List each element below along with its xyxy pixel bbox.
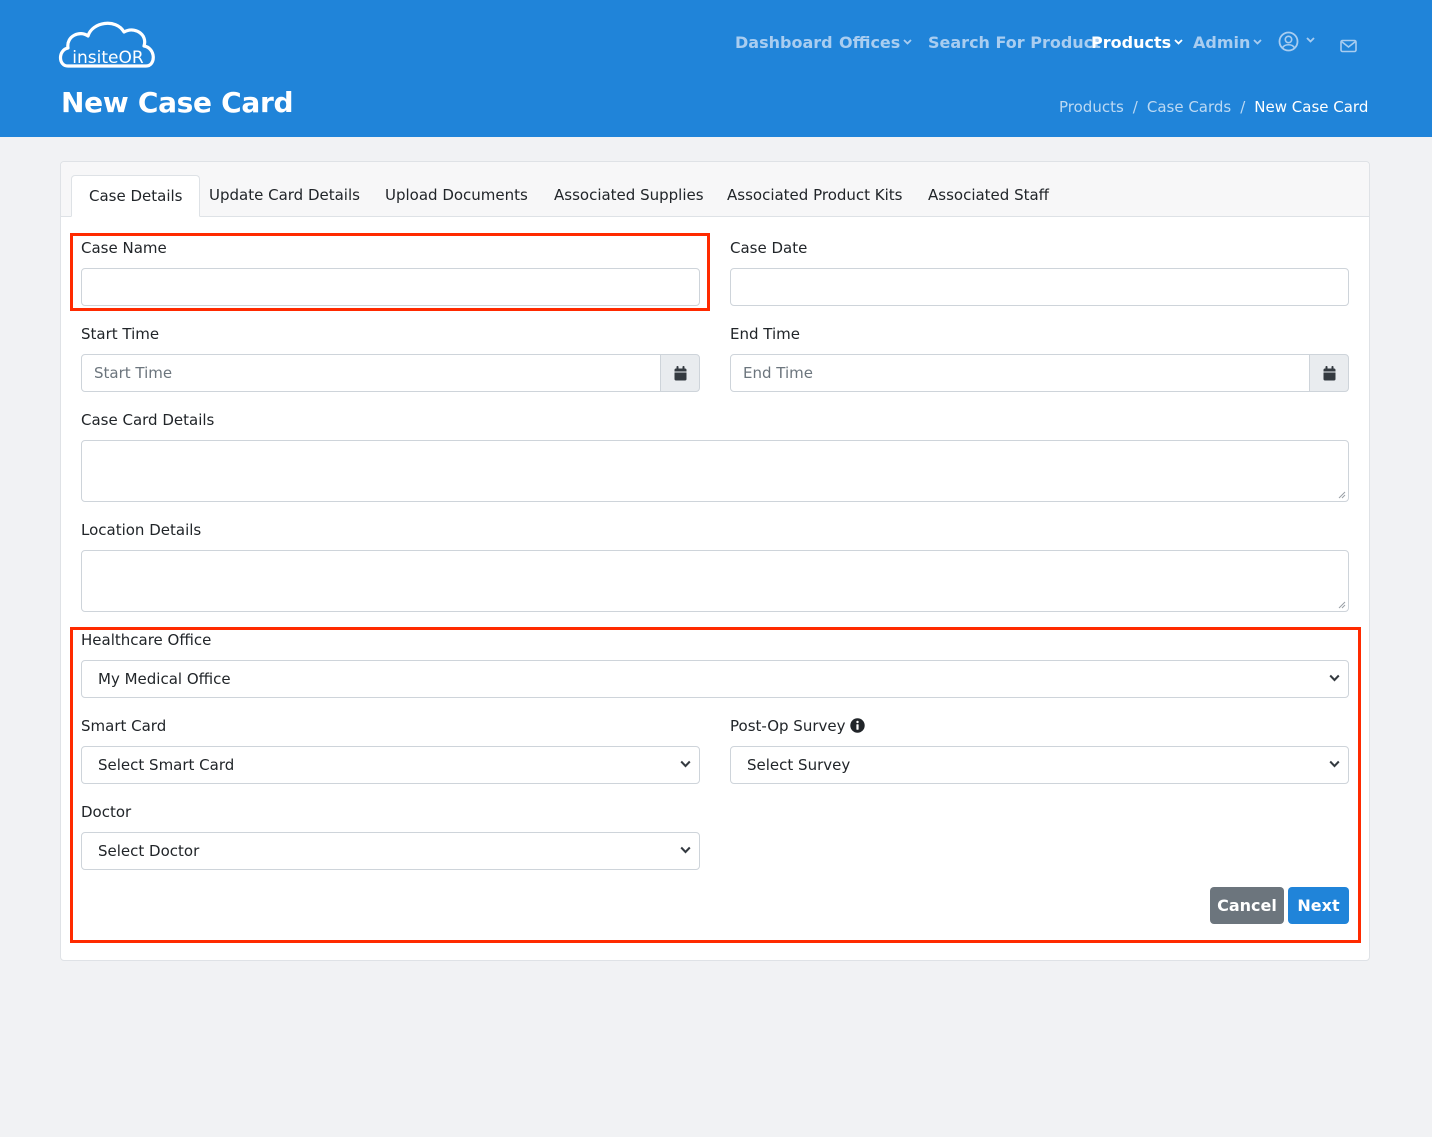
nav-products[interactable]: Products — [1091, 30, 1183, 56]
highlight-case-name — [70, 233, 710, 311]
nav-admin-label: Admin — [1193, 33, 1251, 52]
tab-case-details[interactable]: Case Details — [71, 175, 201, 217]
envelope-icon — [1340, 39, 1357, 52]
location-details-label: Location Details — [81, 521, 202, 539]
case-date-input[interactable] — [730, 268, 1349, 306]
nav-messages[interactable] — [1340, 32, 1357, 58]
breadcrumb-current: New Case Card — [1254, 98, 1369, 116]
tab-associated-supplies[interactable]: Associated Supplies — [537, 175, 721, 217]
tab-associated-product-kits[interactable]: Associated Product Kits — [710, 175, 920, 217]
breadcrumb-case-cards[interactable]: Case Cards — [1147, 98, 1231, 116]
page-title: New Case Card — [61, 86, 294, 119]
end-time-input[interactable] — [730, 354, 1310, 392]
tab-update-card-details[interactable]: Update Card Details — [192, 175, 377, 217]
nav-offices-label: Offices — [839, 33, 901, 52]
chevron-down-icon — [1306, 37, 1315, 43]
breadcrumb-separator: / — [1240, 98, 1246, 116]
nav-products-label: Products — [1091, 33, 1172, 52]
end-time-label: End Time — [730, 325, 800, 343]
calendar-icon — [674, 365, 686, 380]
start-time-label: Start Time — [81, 325, 160, 343]
start-time-input[interactable] — [81, 354, 661, 392]
nav-dashboard[interactable]: Dashboard — [735, 30, 833, 56]
case-date-label: Case Date — [730, 239, 808, 257]
tab-associated-staff[interactable]: Associated Staff — [911, 175, 1066, 217]
nav-admin[interactable]: Admin — [1193, 30, 1263, 56]
chevron-down-icon — [1253, 39, 1263, 45]
tab-bar: Case Details Update Card Details Upload … — [61, 162, 1369, 217]
nav-dashboard-label: Dashboard — [735, 33, 833, 52]
nav-search-for-product[interactable]: Search For Product — [928, 30, 1101, 56]
breadcrumb-products[interactable]: Products — [1059, 98, 1124, 116]
chevron-down-icon — [903, 39, 912, 45]
case-card-details-label: Case Card Details — [81, 411, 215, 429]
resize-grip-icon[interactable] — [1338, 601, 1346, 609]
main-nav: Dashboard Offices Search For Product Pro… — [0, 30, 1432, 56]
user-circle-icon — [1278, 31, 1299, 52]
breadcrumb: Products / Case Cards / New Case Card — [1059, 96, 1368, 118]
resize-grip-icon[interactable] — [1338, 491, 1346, 499]
nav-search-label: Search For Product — [928, 33, 1101, 52]
calendar-icon — [1323, 365, 1335, 380]
start-time-calendar-button[interactable] — [660, 354, 700, 392]
end-time-calendar-button[interactable] — [1309, 354, 1349, 392]
nav-user-menu[interactable] — [1278, 28, 1315, 54]
breadcrumb-separator: / — [1132, 98, 1138, 116]
top-header: insiteOR New Case Card Dashboard Offices… — [0, 0, 1432, 137]
location-details-textarea[interactable] — [81, 550, 1349, 612]
chevron-down-icon — [1174, 39, 1183, 45]
case-card-details-textarea[interactable] — [81, 440, 1349, 502]
highlight-office-section — [70, 627, 1361, 943]
nav-offices[interactable]: Offices — [839, 30, 912, 56]
tab-upload-documents[interactable]: Upload Documents — [368, 175, 545, 217]
